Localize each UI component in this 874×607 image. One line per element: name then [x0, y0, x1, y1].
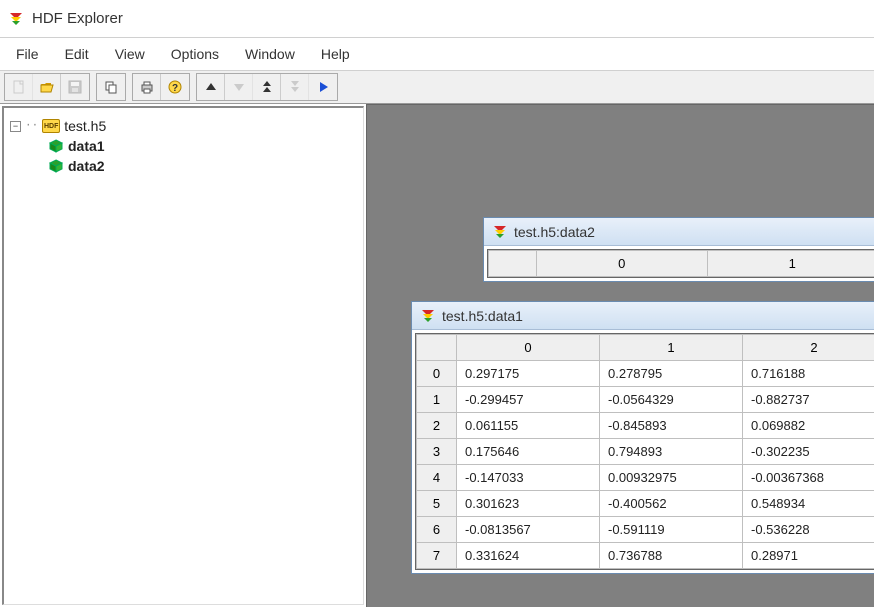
- collapse-icon[interactable]: −: [10, 121, 21, 132]
- double-up-button[interactable]: [253, 74, 281, 100]
- cell[interactable]: 0.548934: [743, 491, 874, 517]
- cell[interactable]: 0.069882: [743, 413, 874, 439]
- hdf-logo-icon: [420, 308, 436, 324]
- table-row[interactable]: 70.3316240.7367880.28971: [417, 543, 874, 569]
- col-header[interactable]: 2: [743, 335, 874, 361]
- cell[interactable]: -0.00367368: [743, 465, 874, 491]
- cell[interactable]: 0.278795: [600, 361, 743, 387]
- table-row[interactable]: 6-0.0813567-0.591119-0.536228: [417, 517, 874, 543]
- tree-file-label: test.h5: [64, 118, 106, 134]
- cell[interactable]: -0.299457: [457, 387, 600, 413]
- cell[interactable]: -0.302235: [743, 439, 874, 465]
- save-button[interactable]: [61, 74, 89, 100]
- menu-window[interactable]: Window: [233, 42, 307, 66]
- menu-edit[interactable]: Edit: [53, 42, 101, 66]
- menu-view[interactable]: View: [103, 42, 157, 66]
- col-header[interactable]: 1: [707, 251, 874, 277]
- tree-dataset-node[interactable]: data2: [10, 156, 357, 176]
- table-row[interactable]: 20.061155-0.8458930.069882: [417, 413, 874, 439]
- menu-file[interactable]: File: [4, 42, 51, 66]
- cell[interactable]: -0.536228: [743, 517, 874, 543]
- row-header[interactable]: 2: [417, 413, 457, 439]
- data-grid[interactable]: 0 1 2 00.2971750.2787950.7161881-0.29945…: [415, 333, 874, 570]
- row-header[interactable]: 6: [417, 517, 457, 543]
- row-header[interactable]: 4: [417, 465, 457, 491]
- child-titlebar[interactable]: test.h5:data1: [412, 302, 874, 330]
- cell[interactable]: 0.28971: [743, 543, 874, 569]
- row-header[interactable]: 1: [417, 387, 457, 413]
- row-header[interactable]: 3: [417, 439, 457, 465]
- double-down-button[interactable]: [281, 74, 309, 100]
- menubar: File Edit View Options Window Help: [0, 38, 874, 71]
- cell[interactable]: -0.882737: [743, 387, 874, 413]
- table-row[interactable]: 4-0.1470330.00932975-0.00367368: [417, 465, 874, 491]
- cell[interactable]: -0.0564329: [600, 387, 743, 413]
- up-button[interactable]: [197, 74, 225, 100]
- cell[interactable]: -0.400562: [600, 491, 743, 517]
- cell[interactable]: 0.736788: [600, 543, 743, 569]
- row-header[interactable]: 7: [417, 543, 457, 569]
- table-row[interactable]: 1-0.299457-0.0564329-0.882737: [417, 387, 874, 413]
- print-button[interactable]: [133, 74, 161, 100]
- cell[interactable]: 0.297175: [457, 361, 600, 387]
- row-header[interactable]: 0: [417, 361, 457, 387]
- help-button[interactable]: ?: [161, 74, 189, 100]
- cell[interactable]: 0.00932975: [600, 465, 743, 491]
- copy-button[interactable]: [97, 74, 125, 100]
- hdf-logo-icon: [492, 224, 508, 240]
- app-title: HDF Explorer: [32, 10, 123, 27]
- row-header[interactable]: 5: [417, 491, 457, 517]
- cell[interactable]: -0.845893: [600, 413, 743, 439]
- open-button[interactable]: [33, 74, 61, 100]
- col-header[interactable]: 1: [600, 335, 743, 361]
- grid-corner: [417, 335, 457, 361]
- tree-connector: ··: [25, 120, 38, 132]
- table-row[interactable]: 50.301623-0.4005620.548934: [417, 491, 874, 517]
- dataset-cube-icon: [48, 138, 64, 154]
- down-button[interactable]: [225, 74, 253, 100]
- cell[interactable]: -0.147033: [457, 465, 600, 491]
- data-window-data1[interactable]: test.h5:data1 0 1 2 00.2971750.2787950.7…: [411, 301, 874, 574]
- cell[interactable]: -0.591119: [600, 517, 743, 543]
- child-window-title: test.h5:data2: [514, 224, 595, 240]
- titlebar: HDF Explorer: [0, 0, 874, 38]
- svg-text:?: ?: [172, 83, 178, 94]
- cell[interactable]: 0.794893: [600, 439, 743, 465]
- cell[interactable]: 0.061155: [457, 413, 600, 439]
- data-grid[interactable]: 0 1: [487, 249, 874, 278]
- cell[interactable]: 0.175646: [457, 439, 600, 465]
- child-titlebar[interactable]: test.h5:data2: [484, 218, 874, 246]
- col-header[interactable]: 0: [537, 251, 708, 277]
- dataset-label: data2: [68, 158, 105, 174]
- cell[interactable]: 0.716188: [743, 361, 874, 387]
- tree-dataset-node[interactable]: data1: [10, 136, 357, 156]
- table-row[interactable]: 30.1756460.794893-0.302235: [417, 439, 874, 465]
- hdf-file-icon: HDF: [42, 119, 60, 133]
- table-row[interactable]: 00.2971750.2787950.716188: [417, 361, 874, 387]
- tree-file-node[interactable]: − ·· HDF test.h5: [10, 116, 357, 136]
- mdi-area: test.h5:data2 0 1: [366, 104, 874, 607]
- hdf-logo-icon: [8, 11, 24, 27]
- col-header[interactable]: 0: [457, 335, 600, 361]
- toolbar: ?: [0, 71, 874, 104]
- menu-options[interactable]: Options: [159, 42, 231, 66]
- play-button[interactable]: [309, 74, 337, 100]
- cell[interactable]: -0.0813567: [457, 517, 600, 543]
- child-window-title: test.h5:data1: [442, 308, 523, 324]
- cell[interactable]: 0.331624: [457, 543, 600, 569]
- dataset-cube-icon: [48, 158, 64, 174]
- tree-pane: − ·· HDF test.h5 data1 data2: [2, 106, 364, 605]
- data-window-data2[interactable]: test.h5:data2 0 1: [483, 217, 874, 282]
- cell[interactable]: 0.301623: [457, 491, 600, 517]
- menu-help[interactable]: Help: [309, 42, 362, 66]
- content-area: − ·· HDF test.h5 data1 data2 test.h5:dat…: [0, 104, 874, 607]
- new-button[interactable]: [5, 74, 33, 100]
- dataset-label: data1: [68, 138, 105, 154]
- grid-corner: [489, 251, 537, 277]
